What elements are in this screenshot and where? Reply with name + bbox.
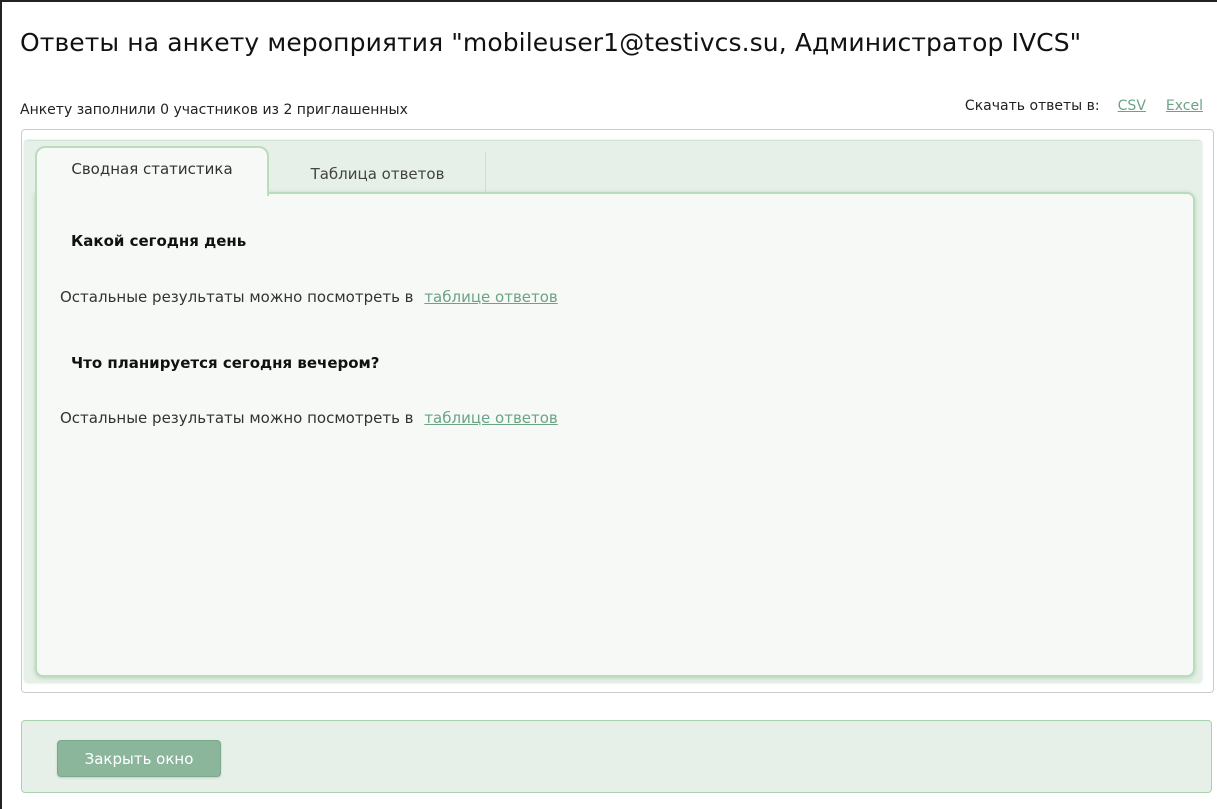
tab-summary-statistics[interactable]: Сводная статистика [35, 146, 269, 196]
tab-answers-table[interactable]: Таблица ответов [270, 152, 486, 192]
window-title: Ответы на анкету мероприятия "mobileuser… [20, 28, 1082, 57]
footer-bar: Закрыть окно [21, 720, 1212, 793]
question-title: Какой сегодня день [71, 232, 247, 250]
question-title: Что планируется сегодня вечером? [71, 354, 380, 372]
close-window-button[interactable]: Закрыть окно [57, 740, 221, 777]
summary-statistics-content: Какой сегодня день Остальные результаты … [35, 192, 1195, 677]
participants-summary: Анкету заполнили 0 участников из 2 пригл… [20, 102, 408, 118]
answers-table-link[interactable]: таблице ответов [424, 409, 557, 427]
rest-results-note: Остальные результаты можно посмотреть в … [60, 288, 558, 306]
download-answers: Скачать ответы в: CSV Excel [965, 98, 1203, 114]
download-excel-link[interactable]: Excel [1166, 98, 1203, 114]
download-csv-link[interactable]: CSV [1118, 98, 1146, 114]
survey-answers-window: Ответы на анкету мероприятия "mobileuser… [0, 0, 1217, 809]
download-label: Скачать ответы в: [964, 98, 1100, 114]
rest-results-text: Остальные результаты можно посмотреть в [60, 288, 414, 306]
rest-results-text: Остальные результаты можно посмотреть в [60, 409, 414, 427]
answers-table-link[interactable]: таблице ответов [424, 288, 557, 306]
rest-results-note: Остальные результаты можно посмотреть в … [60, 409, 558, 427]
